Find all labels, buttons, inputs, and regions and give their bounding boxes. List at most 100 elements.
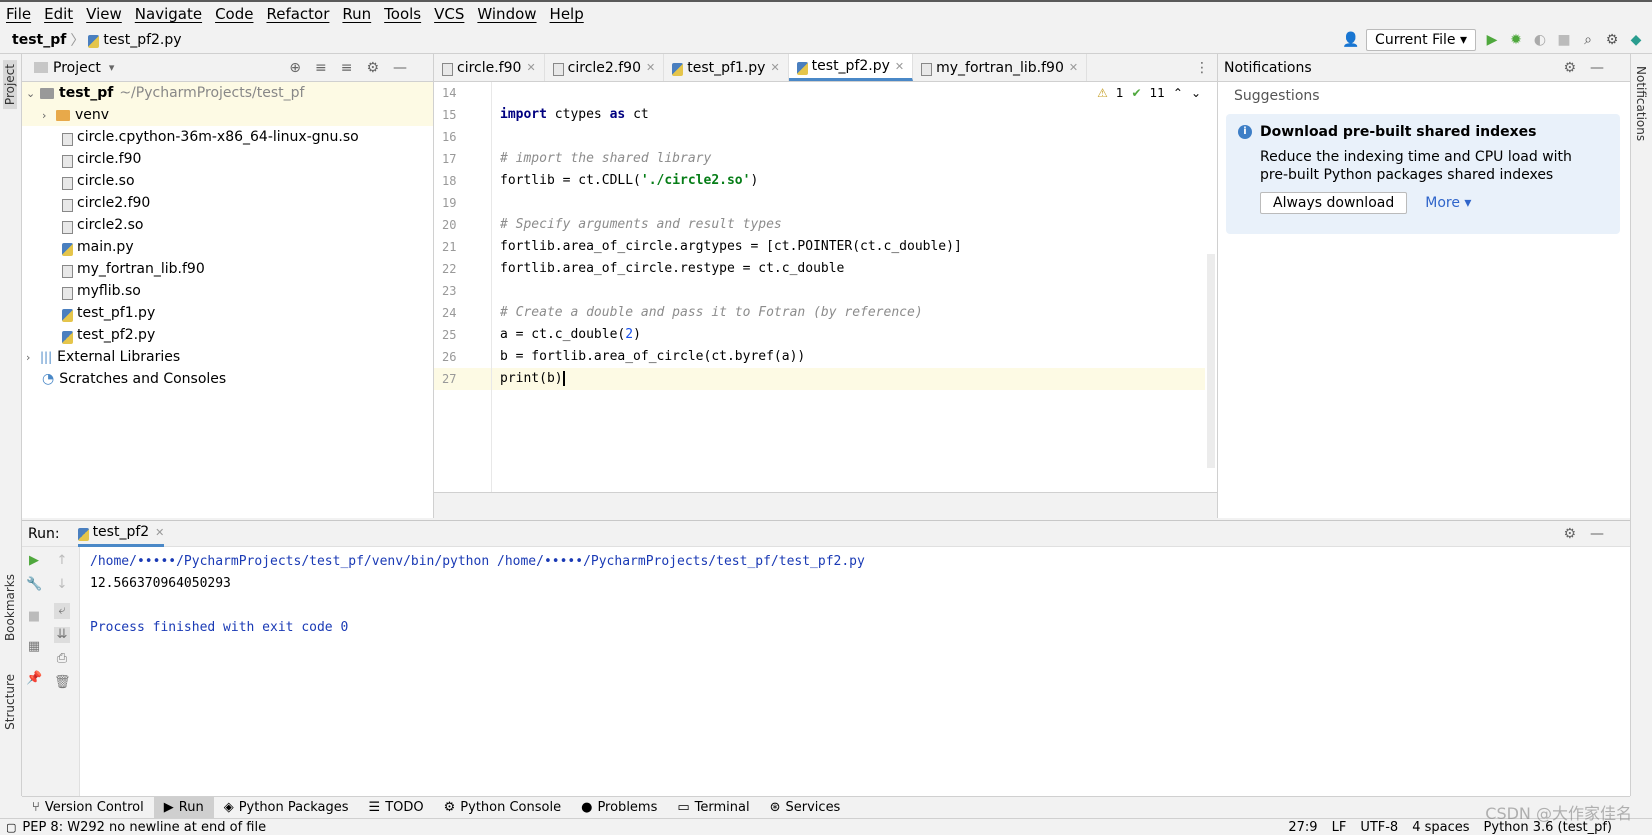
gear-icon[interactable]: ⚙ [1604,32,1620,48]
expand-all-icon[interactable]: ≡ [315,60,341,76]
line-number: 27 [434,368,491,390]
bookmarks-tool-button[interactable]: Bookmarks [3,574,17,641]
cursor-position[interactable]: 27:9 [1288,820,1317,835]
tree-item-venv[interactable]: › venv [22,104,433,126]
layout-icon[interactable]: ▦ [26,639,42,655]
close-icon[interactable]: ✕ [770,61,779,74]
close-icon[interactable]: ✕ [155,526,164,539]
locate-icon[interactable]: ⊕ [289,60,315,76]
tab-test-pf1[interactable]: test_pf1.py ✕ [664,54,789,81]
run-configuration-select[interactable]: Current File ▾ [1366,29,1476,51]
print-icon[interactable]: ⎙ [54,651,70,667]
tab-todo[interactable]: ☰ TODO [359,800,434,815]
tree-item[interactable]: circle.f90 [22,148,433,170]
tree-item[interactable]: circle.cpython-36m-x86_64-linux-gnu.so [22,126,433,148]
stop-icon[interactable]: ■ [26,609,42,625]
menu-tools[interactable]: Tools [384,5,421,23]
tab-python-packages[interactable]: ◈ Python Packages [214,800,359,815]
chevron-down-icon[interactable]: ⌄ [26,87,40,100]
hide-icon[interactable]: — [1590,60,1618,76]
close-icon[interactable]: ✕ [646,61,655,74]
tree-item-external-libraries[interactable]: › ||| External Libraries [22,346,433,368]
gear-icon[interactable]: ⚙ [1563,526,1590,542]
menu-code[interactable]: Code [215,5,253,23]
hide-icon[interactable]: — [1590,526,1618,542]
rerun-icon[interactable]: ▶ [26,553,42,569]
menu-window[interactable]: Window [477,5,536,23]
tab-circle-f90[interactable]: circle.f90 ✕ [434,54,545,81]
stop-icon[interactable]: ■ [1556,32,1572,48]
close-icon[interactable]: ✕ [1069,61,1078,74]
user-icon[interactable]: 👤 [1342,32,1359,48]
soft-wrap-icon[interactable]: ⤶ [54,603,70,619]
scroll-to-end-icon[interactable]: ⇊ [54,627,70,643]
tab-my-fortran-lib[interactable]: my_fortran_lib.f90 ✕ [913,54,1088,81]
tab-version-control[interactable]: ⑂ Version Control [22,800,154,815]
project-tool-button[interactable]: Project [3,60,17,110]
run-label: Run: [28,525,60,542]
close-icon[interactable]: ✕ [526,61,535,74]
suggestion-card: i Download pre-built shared indexes Redu… [1226,114,1620,234]
tree-item[interactable]: circle2.f90 [22,192,433,214]
menu-vcs[interactable]: VCS [434,5,464,23]
wrench-icon[interactable]: 🔧 [26,577,42,593]
project-panel-title[interactable]: Project [53,60,101,76]
chevron-down-icon[interactable]: ▾ [109,61,115,74]
more-link[interactable]: More ▾ [1425,195,1471,211]
hide-icon[interactable]: — [393,60,421,76]
code-area[interactable]: import ctypes as ct # import the shared … [492,82,1205,492]
tab-python-console[interactable]: ⚙ Python Console [434,800,571,815]
breadcrumb-project[interactable]: test_pf [12,32,66,48]
structure-tool-button[interactable]: Structure [3,674,17,730]
arrow-up-icon[interactable]: ↑ [54,553,70,569]
gear-icon[interactable]: ⚙ [366,60,393,76]
more-tabs-icon[interactable]: ⋮ [1195,60,1209,76]
menu-run[interactable]: Run [342,5,371,23]
jetbrains-icon[interactable]: ◆ [1628,32,1644,48]
menu-navigate[interactable]: Navigate [135,5,202,23]
always-download-button[interactable]: Always download [1260,192,1408,214]
tab-test-pf2[interactable]: test_pf2.py ✕ [788,54,914,81]
coverage-icon[interactable]: ◐ [1532,32,1548,48]
file-encoding[interactable]: UTF-8 [1360,820,1398,835]
tree-item[interactable]: main.py [22,236,433,258]
toggle-panels-icon[interactable]: ▢ [6,821,16,834]
console-output[interactable]: /home/•••••/PycharmProjects/test_pf/venv… [90,551,865,639]
tab-services[interactable]: ⊛ Services [760,800,851,815]
arrow-down-icon[interactable]: ↓ [54,577,70,593]
debug-icon[interactable]: ✹ [1508,32,1524,48]
indent-setting[interactable]: 4 spaces [1412,820,1469,835]
tab-terminal[interactable]: ▭ Terminal [667,800,759,815]
chevron-right-icon[interactable]: › [42,109,56,122]
close-icon[interactable]: ✕ [895,60,904,73]
editor-scrollbar[interactable] [1207,254,1215,468]
menu-view[interactable]: View [86,5,122,23]
tree-root[interactable]: ⌄ test_pf ~/PycharmProjects/test_pf [22,82,433,104]
trash-icon[interactable]: 🗑 [54,675,71,691]
tree-item-scratches[interactable]: ◔ Scratches and Consoles [22,368,433,390]
breadcrumb-file[interactable]: test_pf2.py [103,32,181,48]
search-icon[interactable]: ⌕ [1580,32,1596,48]
menu-edit[interactable]: Edit [44,5,73,23]
tab-circle2-f90[interactable]: circle2.f90 ✕ [545,54,665,81]
menu-file[interactable]: File [6,5,31,23]
collapse-all-icon[interactable]: ≡ [341,60,367,76]
tree-item[interactable]: myflib.so [22,280,433,302]
pin-icon[interactable]: 📌 [26,671,42,687]
tree-item[interactable]: my_fortran_lib.f90 [22,258,433,280]
chevron-right-icon[interactable]: › [26,351,40,364]
tree-item[interactable]: test_pf2.py [22,324,433,346]
run-icon[interactable]: ▶ [1484,32,1500,48]
line-separator[interactable]: LF [1332,820,1347,835]
notifications-tool-button[interactable]: Notifications [1634,66,1648,141]
menu-refactor[interactable]: Refactor [266,5,329,23]
tab-run-test-pf2[interactable]: test_pf2 ✕ [77,521,165,547]
tree-item[interactable]: circle.so [22,170,433,192]
tab-problems[interactable]: ● Problems [571,800,667,815]
tab-run[interactable]: ▶ Run [153,796,214,819]
gear-icon[interactable]: ⚙ [1563,60,1590,76]
tree-item[interactable]: circle2.so [22,214,433,236]
menu-help[interactable]: Help [550,5,584,23]
tree-item[interactable]: test_pf1.py [22,302,433,324]
